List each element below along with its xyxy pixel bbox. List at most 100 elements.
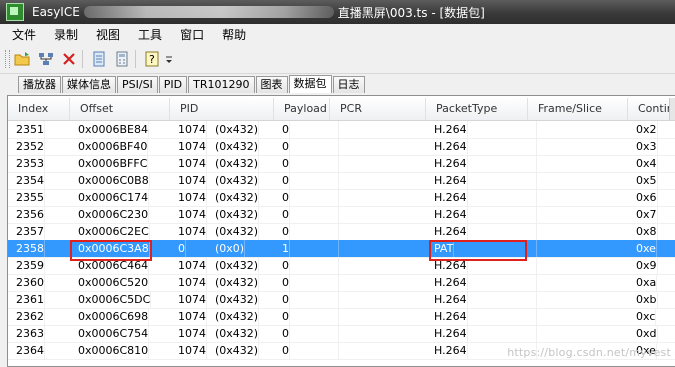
table-row[interactable]: 2351 0x0006BE84 1074 (0x432) 0 H.264 0x2 [8,121,675,139]
table-row[interactable]: 2359 0x0006C464 1074 (0x432) 0 H.264 0x9 [8,257,675,275]
cell-pid: 1074 [170,155,207,172]
table-row[interactable]: 2361 0x0006C5DC 1074 (0x432) 0 H.264 0xb [8,291,675,309]
cell-offset: 0x0006C5DC [70,291,152,308]
cell-continuity: 0x3 [628,138,658,155]
menu-view[interactable]: 视图 [90,26,126,43]
help-icon[interactable]: ? [142,49,162,69]
tab-player[interactable]: 播放器 [18,76,61,93]
cell-index: 2364 [8,342,45,359]
tab-tr101290[interactable]: TR101290 [188,76,255,93]
column-header-frame-slice[interactable]: Frame/Slice [528,98,628,120]
cell-frame-slice [528,206,537,223]
tab-charts[interactable]: 图表 [255,76,288,93]
column-header-pid[interactable]: PID [170,98,274,120]
cell-frame-slice [528,189,537,206]
cell-pcr [330,189,339,206]
cell-offset: 0x0006C754 [70,325,150,342]
tab-log[interactable]: 日志 [332,76,365,93]
cell-offset: 0x0006C464 [70,257,150,274]
tab-psi-si[interactable]: PSI/SI [117,76,158,93]
cell-payload: 0 [274,155,290,172]
copy-doc-icon[interactable] [89,49,109,69]
cell-offset: 0x0006BE84 [70,121,149,138]
cell-pid-hex: (0x432) [205,155,260,172]
cell-pid: 1074 [170,308,207,325]
cell-packet-type: H.264 [426,189,468,206]
cell-pid: 1074 [170,189,207,206]
cell-pcr [330,342,339,359]
cell-index: 2355 [8,189,45,206]
cell-pcr [330,206,339,223]
table-row[interactable]: 2362 0x0006C698 1074 (0x432) 0 H.264 0xc [8,308,675,326]
open-folder-icon[interactable] [13,49,33,69]
column-header-index[interactable]: Index [8,98,70,120]
cell-index: 2357 [8,223,45,240]
cell-packet-type: H.264 [426,155,468,172]
cell-index: 2352 [8,138,45,155]
tab-packets[interactable]: 数据包 [288,75,332,93]
table-row[interactable]: 2358 0x0006C3A8 0 (0x0) 1 PAT 0xe [8,240,675,258]
cell-continuity: 0x2 [628,121,658,138]
cell-offset: 0x0006BFFC [70,155,149,172]
table-row[interactable]: 2360 0x0006C520 1074 (0x432) 0 H.264 0xa [8,274,675,292]
cell-continuity: 0xc [628,308,657,325]
cell-pid-hex: (0x0) [205,240,246,257]
tab-media-info[interactable]: 媒体信息 [62,76,116,93]
cell-payload: 0 [274,121,290,138]
toolbar: ? [0,45,675,74]
calculator-icon[interactable] [112,49,132,69]
menu-record[interactable]: 录制 [48,26,84,43]
cell-continuity: 0xb [628,291,658,308]
cell-pid-hex: (0x432) [205,223,260,240]
cell-pcr [330,274,339,291]
cell-index: 2360 [8,274,45,291]
scrollbar[interactable] [669,98,675,120]
cell-offset: 0x0006C810 [70,342,150,359]
cell-packet-type: H.264 [426,172,468,189]
table-row[interactable]: 2353 0x0006BFFC 1074 (0x432) 0 H.264 0x4 [8,155,675,173]
toolbar-dropdown-icon[interactable] [165,49,173,69]
cell-pcr [330,155,339,172]
table-row[interactable]: 2363 0x0006C754 1074 (0x432) 0 H.264 0xd [8,325,675,343]
menu-file[interactable]: 文件 [6,26,42,43]
cell-frame-slice [528,155,537,172]
cell-frame-slice [528,308,537,325]
menu-bar: 文件 录制 视图 工具 窗口 帮助 [0,24,675,45]
tab-pid[interactable]: PID [158,76,188,93]
table-row[interactable]: 2356 0x0006C230 1074 (0x432) 0 H.264 0x7 [8,206,675,224]
toolbar-grip[interactable] [5,50,10,68]
cell-pcr [330,291,339,308]
table-row[interactable]: 2355 0x0006C174 1074 (0x432) 0 H.264 0x6 [8,189,675,207]
cell-pid-hex: (0x432) [205,342,260,359]
app-name: EasyICE [32,5,80,19]
column-header-continuity[interactable]: Continu [628,98,675,120]
toolbar-separator [82,50,83,68]
column-header-payload[interactable]: Payload [274,98,330,120]
column-header-packet-type[interactable]: PacketType [426,98,528,120]
table-row[interactable]: 2357 0x0006C2EC 1074 (0x432) 0 H.264 0x8 [8,223,675,241]
menu-window[interactable]: 窗口 [174,26,210,43]
cell-pid-hex: (0x432) [205,172,260,189]
column-header-pcr[interactable]: PCR [330,98,426,120]
cell-packet-type: H.264 [426,121,468,138]
table-row[interactable]: 2354 0x0006C0B8 1074 (0x432) 0 H.264 0x5 [8,172,675,190]
cell-pid: 1074 [170,291,207,308]
cell-pid: 1074 [170,223,207,240]
cell-index: 2356 [8,206,45,223]
cell-pid: 1074 [170,325,207,342]
menu-tools[interactable]: 工具 [132,26,168,43]
table-row[interactable]: 2352 0x0006BF40 1074 (0x432) 0 H.264 0x3 [8,138,675,156]
cell-offset: 0x0006C3A8 [70,240,150,257]
cell-offset: 0x0006C174 [70,189,150,206]
cell-index: 2361 [8,291,45,308]
menu-help[interactable]: 帮助 [216,26,252,43]
cell-index: 2353 [8,155,45,172]
cell-continuity: 0x7 [628,206,658,223]
close-x-icon[interactable] [59,49,79,69]
column-header-offset[interactable]: Offset [70,98,170,120]
cell-packet-type: H.264 [426,342,468,359]
network-icon[interactable] [36,49,56,69]
cell-packet-type: H.264 [426,291,468,308]
cell-packet-type: H.264 [426,274,468,291]
cell-pid-hex: (0x432) [205,291,260,308]
